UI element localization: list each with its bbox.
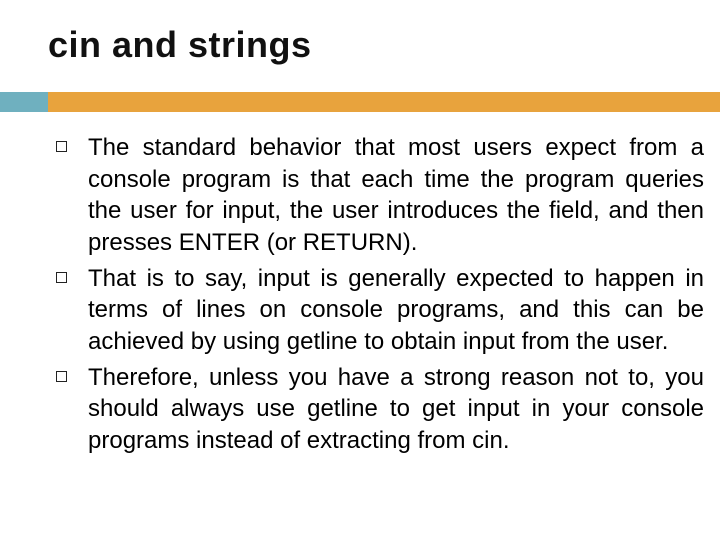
slide: cin and strings The standard behavior th… — [0, 0, 720, 540]
accent-bar-blue — [0, 92, 48, 112]
bullet-item: That is to say, input is generally expec… — [48, 263, 704, 358]
accent-bar-orange — [48, 92, 720, 112]
bullet-item: The standard behavior that most users ex… — [48, 132, 704, 259]
slide-body: The standard behavior that most users ex… — [48, 132, 704, 524]
slide-title: cin and strings — [0, 0, 720, 66]
accent-bar — [0, 92, 720, 112]
bullet-item: Therefore, unless you have a strong reas… — [48, 362, 704, 457]
bullet-list: The standard behavior that most users ex… — [48, 132, 704, 457]
